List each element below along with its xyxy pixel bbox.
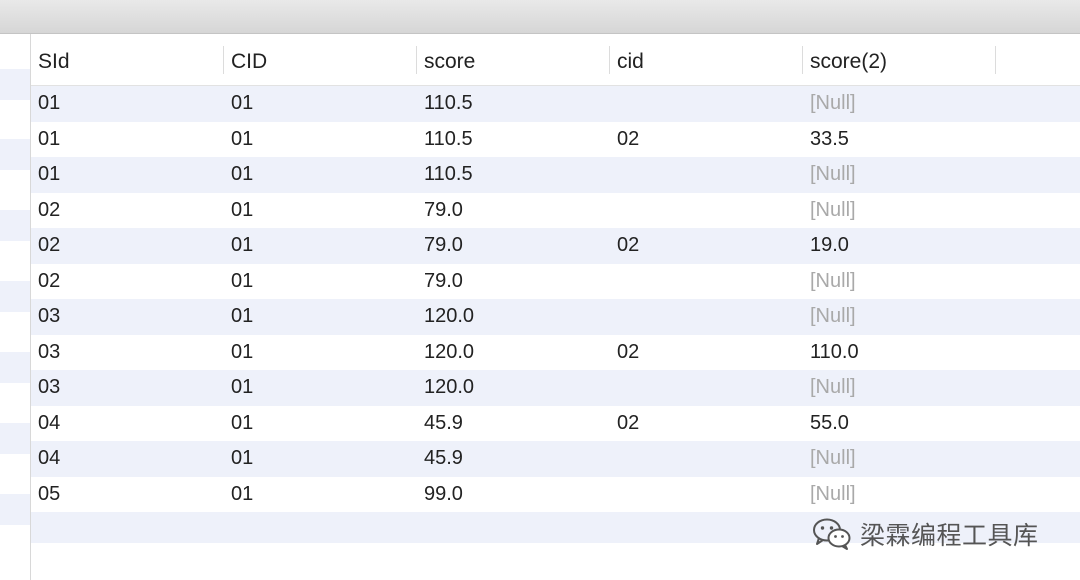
- cell-cid[interactable]: 01: [224, 299, 417, 335]
- cell-cid[interactable]: 01: [224, 228, 417, 264]
- cell-cid[interactable]: 01: [224, 122, 417, 158]
- cell-score[interactable]: 120.0: [417, 299, 610, 335]
- table-row[interactable]: 02 01 79.0 [Null]: [31, 263, 1080, 300]
- table-row[interactable]: 03 01 120.0 [Null]: [31, 370, 1080, 406]
- table-row[interactable]: 02 01 79.0 [Null]: [31, 192, 1080, 229]
- cell-score-2[interactable]: [Null]: [803, 157, 996, 193]
- cell-cid[interactable]: 01: [224, 157, 417, 193]
- cell-cid[interactable]: 01: [224, 477, 417, 513]
- cell-score-2[interactable]: 55.0: [803, 406, 996, 442]
- cell-sid[interactable]: 01: [31, 122, 224, 158]
- cell-sid[interactable]: 03: [31, 335, 224, 371]
- table-row[interactable]: 04 01 45.9 [Null]: [31, 441, 1080, 477]
- gutter-stripe: [0, 494, 30, 525]
- cell-cid-2[interactable]: [610, 193, 803, 229]
- gutter-stripe: [0, 281, 30, 312]
- table-row[interactable]: 03 01 120.0 [Null]: [31, 299, 1080, 335]
- cell-cid-2[interactable]: [610, 157, 803, 193]
- cell-score[interactable]: 110.5: [417, 122, 610, 158]
- cell-sid[interactable]: 03: [31, 299, 224, 335]
- table-row[interactable]: 04 01 45.9 02 55.0: [31, 405, 1080, 442]
- cell-cid[interactable]: 01: [224, 193, 417, 229]
- cell-cid-2[interactable]: [610, 441, 803, 477]
- cell-score[interactable]: 120.0: [417, 370, 610, 406]
- cell-score-2[interactable]: [Null]: [803, 264, 996, 300]
- cell-sid[interactable]: 04: [31, 406, 224, 442]
- window-titlebar: [0, 0, 1080, 34]
- cell-cid[interactable]: 01: [224, 441, 417, 477]
- cell-score[interactable]: 79.0: [417, 264, 610, 300]
- cell-sid[interactable]: 02: [31, 228, 224, 264]
- cell-score-2[interactable]: 33.5: [803, 122, 996, 158]
- cell-cid-2[interactable]: 02: [610, 406, 803, 442]
- cell-cid-2[interactable]: [610, 477, 803, 513]
- cell-score[interactable]: 79.0: [417, 228, 610, 264]
- cell-cid-2[interactable]: 02: [610, 122, 803, 158]
- cell-score-2[interactable]: [Null]: [803, 299, 996, 335]
- cell-sid[interactable]: 04: [31, 441, 224, 477]
- column-header-sid[interactable]: SId: [31, 34, 224, 86]
- column-header-cid-2[interactable]: cid: [610, 34, 803, 86]
- column-header-score[interactable]: score: [417, 34, 610, 86]
- cell-sid[interactable]: 02: [31, 193, 224, 229]
- cell-cid[interactable]: 01: [224, 406, 417, 442]
- gutter-stripe: [0, 352, 30, 383]
- cell-score[interactable]: 79.0: [417, 193, 610, 229]
- table-row[interactable]: 01 01 110.5 02 33.5: [31, 121, 1080, 158]
- cell-sid[interactable]: 01: [31, 157, 224, 193]
- cell-sid[interactable]: 03: [31, 370, 224, 406]
- cell-cid-2[interactable]: [610, 264, 803, 300]
- wechat-icon: [813, 518, 851, 550]
- table-row[interactable]: 02 01 79.0 02 19.0: [31, 228, 1080, 264]
- cell-score[interactable]: 110.5: [417, 86, 610, 122]
- column-header-score-2[interactable]: score(2): [803, 34, 996, 86]
- cell-score-2[interactable]: [Null]: [803, 86, 996, 122]
- cell-score[interactable]: 110.5: [417, 157, 610, 193]
- watermark: 梁霖编程工具库: [812, 514, 1039, 554]
- cell-score-2[interactable]: [Null]: [803, 477, 996, 513]
- table-row[interactable]: 01 01 110.5 [Null]: [31, 86, 1080, 122]
- table-row[interactable]: 05 01 99.0 [Null]: [31, 476, 1080, 513]
- cell-cid-2[interactable]: [610, 299, 803, 335]
- watermark-text: 梁霖编程工具库: [860, 521, 1039, 550]
- cell-score[interactable]: 45.9: [417, 406, 610, 442]
- cell-score-2[interactable]: 110.0: [803, 335, 996, 371]
- grid-header: SId CID score cid score(2): [31, 34, 1080, 86]
- cell-score-2[interactable]: [Null]: [803, 193, 996, 229]
- row-gutter: [0, 34, 31, 580]
- result-grid[interactable]: SId CID score cid score(2) 01 01 110.5 [Nul…: [31, 34, 1080, 580]
- cell-cid-2[interactable]: [610, 370, 803, 406]
- cell-score-2[interactable]: 19.0: [803, 228, 996, 264]
- cell-cid[interactable]: 01: [224, 86, 417, 122]
- cell-score-2[interactable]: [Null]: [803, 370, 996, 406]
- cell-sid[interactable]: 02: [31, 264, 224, 300]
- cell-cid[interactable]: 01: [224, 370, 417, 406]
- cell-score[interactable]: 45.9: [417, 441, 610, 477]
- cell-cid-2[interactable]: [610, 86, 803, 122]
- table-row[interactable]: 03 01 120.0 02 110.0: [31, 334, 1080, 371]
- cell-cid[interactable]: 01: [224, 264, 417, 300]
- gutter-stripe: [0, 210, 30, 241]
- cell-cid-2[interactable]: 02: [610, 228, 803, 264]
- cell-score[interactable]: 120.0: [417, 335, 610, 371]
- cell-score-2[interactable]: [Null]: [803, 441, 996, 477]
- gutter-stripe: [0, 69, 30, 100]
- column-header-cid[interactable]: CID: [224, 34, 417, 86]
- gutter-stripe: [0, 423, 30, 454]
- gutter-stripe: [0, 139, 30, 170]
- cell-cid[interactable]: 01: [224, 335, 417, 371]
- table-row[interactable]: 01 01 110.5 [Null]: [31, 157, 1080, 193]
- cell-sid[interactable]: 01: [31, 86, 224, 122]
- cell-cid-2[interactable]: 02: [610, 335, 803, 371]
- column-divider[interactable]: [995, 46, 996, 74]
- cell-sid[interactable]: 05: [31, 477, 224, 513]
- cell-score[interactable]: 99.0: [417, 477, 610, 513]
